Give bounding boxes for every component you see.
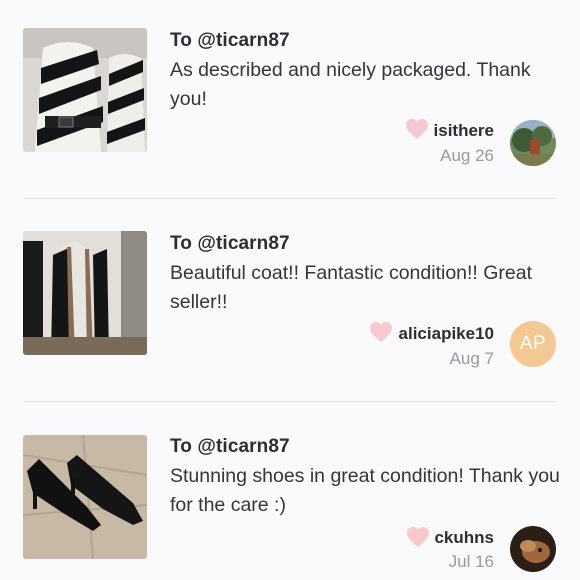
black-pumps-image [23, 435, 147, 559]
striped-dress-image [23, 28, 147, 152]
review-date: Jul 16 [448, 552, 494, 571]
heart-icon[interactable] [406, 526, 430, 548]
divider [24, 198, 556, 199]
review-comment: Beautiful coat!! Fantastic condition!! G… [170, 262, 533, 313]
recipient-label: To @ticarn87 [170, 30, 290, 51]
recipient-label: To @ticarn87 [170, 233, 290, 254]
reviewer-username[interactable]: isithere [434, 121, 494, 141]
review-comment: Stunning shoes in great condition! Thank… [170, 465, 560, 516]
recipient-label: To @ticarn87 [170, 436, 290, 457]
item-thumbnail[interactable] [23, 231, 147, 355]
review-comment: As described and nicely packaged. Thank … [170, 59, 531, 110]
heart-icon[interactable] [369, 321, 393, 343]
reviewer-username[interactable]: ckuhns [434, 528, 494, 548]
item-thumbnail[interactable] [23, 435, 147, 559]
reviews-feed: To @ticarn87 As described and nicely pac… [0, 0, 580, 580]
reviewer-avatar[interactable] [510, 526, 556, 572]
reviewer-username[interactable]: aliciapike10 [399, 324, 494, 344]
heart-icon[interactable] [405, 118, 429, 140]
reviewer-avatar[interactable] [510, 120, 556, 166]
item-thumbnail[interactable] [23, 28, 147, 152]
long-coat-image [23, 231, 147, 355]
review-date: Aug 7 [449, 349, 494, 368]
review-date: Aug 26 [440, 146, 494, 165]
review-card: To @ticarn87 Stunning shoes in great con… [0, 402, 580, 580]
review-card: To @ticarn87 As described and nicely pac… [0, 0, 580, 198]
reviewer-avatar-initials[interactable]: AP [510, 321, 556, 367]
review-card: To @ticarn87 Beautiful coat!! Fantastic … [0, 200, 580, 400]
